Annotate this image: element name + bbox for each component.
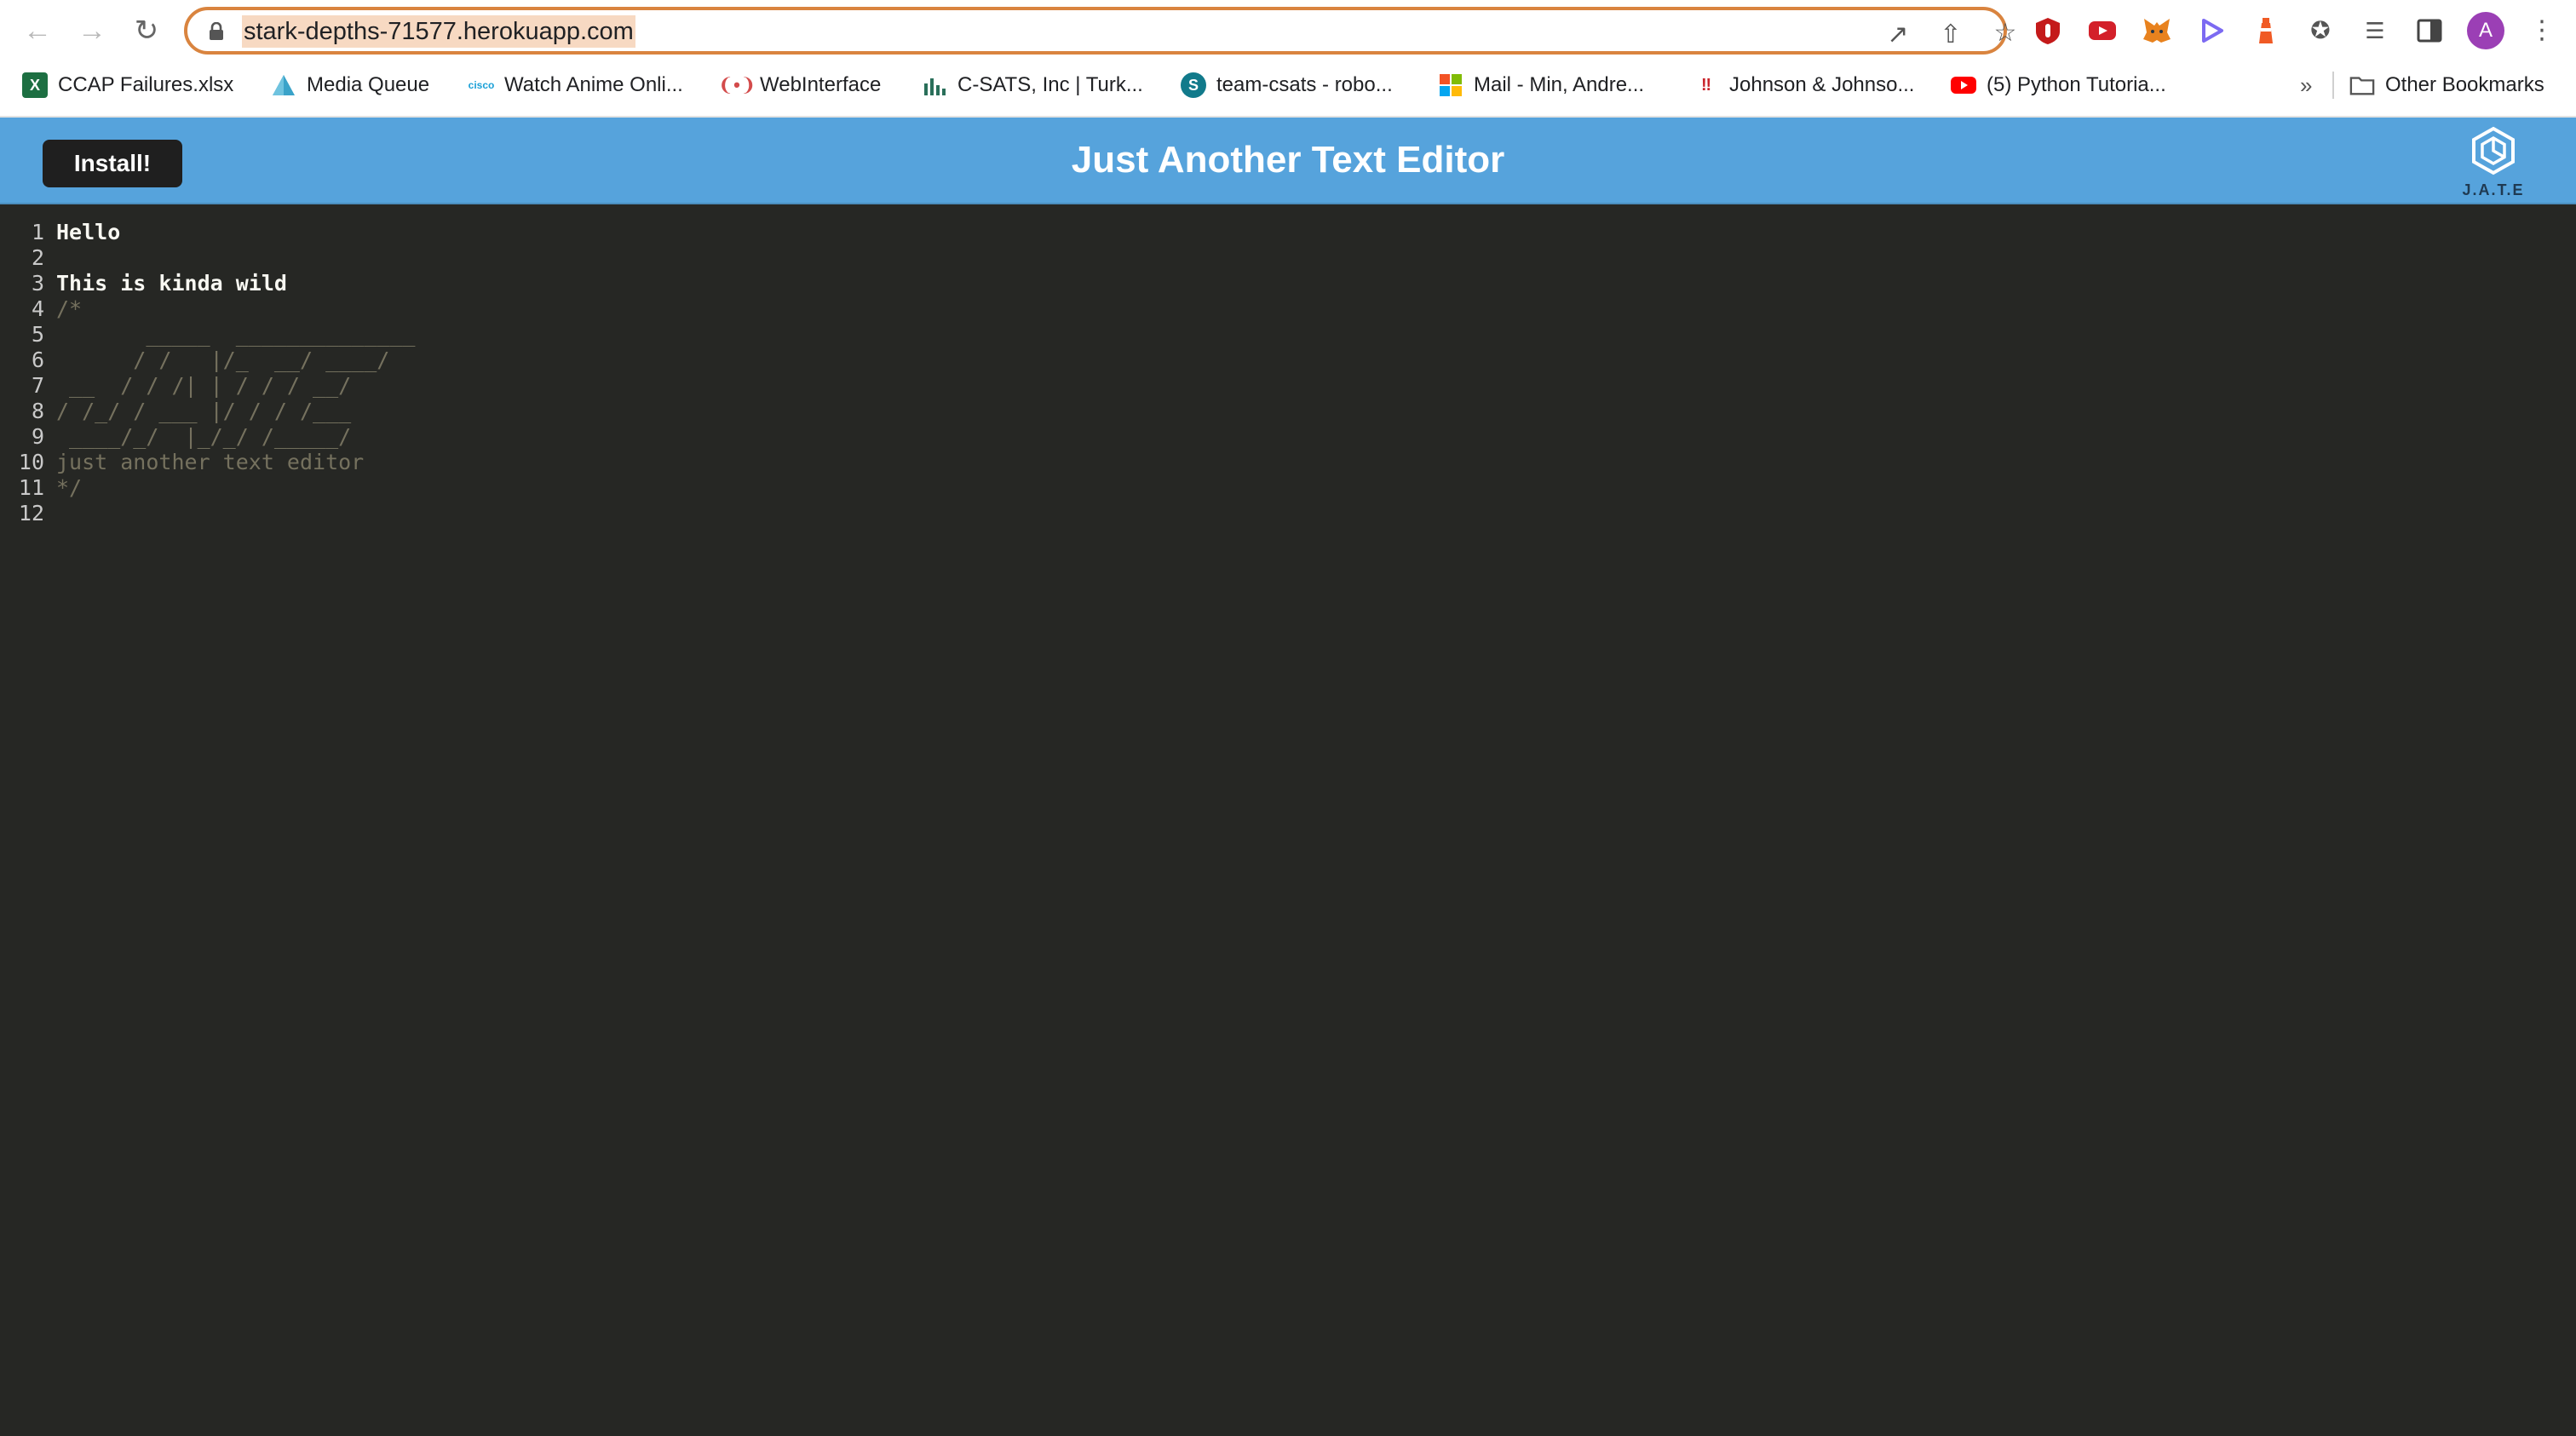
- line-number: 5: [31, 322, 44, 347]
- code-editor[interactable]: 1 Hello 2 3 This is kinda wild 4 /* 5 _____…: [0, 204, 2576, 1436]
- line-text[interactable]: This is kinda wild: [56, 271, 287, 296]
- line-number: 1: [31, 220, 44, 244]
- line-number: 12: [18, 501, 44, 526]
- line-number: 8: [31, 399, 44, 423]
- bookmark-ccap-failures[interactable]: X CCAP Failures.xlsx: [22, 61, 233, 109]
- editor-line[interactable]: 4 /*: [0, 296, 82, 322]
- logo-text: J.A.T.E: [2462, 181, 2525, 198]
- bookmark-watch-anime[interactable]: cisco Watch Anime Onli...: [469, 61, 683, 109]
- line-number: 9: [31, 424, 44, 449]
- reading-list-icon[interactable]: ☰: [2360, 15, 2390, 46]
- editor-line[interactable]: 11 */: [0, 475, 82, 501]
- line-text[interactable]: / / |/_ __/ ____/: [56, 348, 389, 372]
- extensions-puzzle-icon[interactable]: ✪: [2305, 15, 2336, 46]
- editor-line[interactable]: 9 ____/_/ |_/_/ /_____/: [0, 424, 351, 450]
- line-text[interactable]: _____ ______________: [56, 322, 415, 347]
- cisco-icon: cisco: [468, 79, 495, 91]
- metamask-fox-icon[interactable]: [2142, 15, 2172, 46]
- line-number: 6: [31, 348, 44, 372]
- line-number: 11: [18, 475, 44, 500]
- url-text[interactable]: stark-depths-71577.herokuapp.com: [242, 15, 635, 48]
- bookmark-python-tutorial[interactable]: (5) Python Tutoria...: [1951, 61, 2166, 109]
- jj-icon: ‼: [1700, 75, 1712, 95]
- line-text[interactable]: __ / / /| | / / / __/: [56, 373, 351, 398]
- line-number: 2: [31, 245, 44, 270]
- editor-line[interactable]: 1 Hello: [0, 220, 120, 245]
- editor-line[interactable]: 12: [0, 501, 56, 526]
- triangle-logo-icon: [271, 72, 296, 98]
- bookmark-webinterface[interactable]: ❨•❩ WebInterface: [717, 61, 882, 109]
- profile-avatar[interactable]: A: [2467, 12, 2504, 49]
- bookmark-media-queue[interactable]: Media Queue: [271, 61, 429, 109]
- editor-line[interactable]: 2: [0, 245, 56, 271]
- back-arrow-icon[interactable]: ←: [20, 14, 55, 48]
- app-header: Install! Just Another Text Editor J.A.T.…: [0, 118, 2576, 204]
- line-text[interactable]: ____/_/ |_/_/ /_____/: [56, 424, 351, 449]
- microsoft-icon: [1438, 72, 1463, 98]
- app-title: Just Another Text Editor: [1071, 139, 1505, 181]
- youtube-icon: [1951, 72, 1976, 98]
- editor-line[interactable]: 5 _____ ______________: [0, 322, 416, 348]
- editor-line[interactable]: 3 This is kinda wild: [0, 271, 287, 296]
- browser-chrome: ← → ↻ stark-depths-71577.herokuapp.com ↗…: [0, 0, 2576, 118]
- line-text[interactable]: just another text editor: [56, 450, 364, 474]
- line-text[interactable]: / /_/ / ___ |/ / / /___: [56, 399, 351, 423]
- address-bar[interactable]: stark-depths-71577.herokuapp.com ↗ ⇧ ☆: [184, 7, 2016, 55]
- bookmark-mail[interactable]: Mail - Min, Andre...: [1438, 61, 1644, 109]
- bookmark-csats-turk[interactable]: C-SATS, Inc | Turk...: [922, 61, 1143, 109]
- line-number: 10: [18, 450, 44, 474]
- bookmarks-divider: [2332, 72, 2334, 99]
- bookmarks-overflow-chevron-icon[interactable]: »: [2300, 61, 2312, 109]
- install-button[interactable]: Install!: [43, 140, 182, 187]
- bookmark-star-icon[interactable]: ☆: [1990, 17, 2021, 48]
- signal-icon: ❨•❩: [717, 74, 756, 95]
- forward-arrow-icon[interactable]: →: [75, 14, 109, 48]
- lighthouse-icon[interactable]: [2251, 15, 2281, 46]
- kebab-menu-icon[interactable]: ⋮: [2527, 15, 2557, 46]
- play-extension-icon[interactable]: [2196, 15, 2227, 46]
- line-text[interactable]: Hello: [56, 220, 120, 244]
- line-text[interactable]: */: [56, 475, 82, 500]
- side-panel-icon[interactable]: [2414, 15, 2445, 46]
- youtube-extension-icon[interactable]: [2087, 15, 2118, 46]
- open-in-new-icon[interactable]: ↗: [1883, 19, 1913, 49]
- line-text[interactable]: /*: [56, 296, 82, 321]
- ublock-icon[interactable]: [2033, 15, 2063, 46]
- lock-icon[interactable]: [208, 22, 225, 41]
- editor-line[interactable]: 8 / /_/ / ___ |/ / / /___: [0, 399, 351, 424]
- jate-logo-icon: [2472, 126, 2515, 175]
- editor-line[interactable]: 10 just another text editor: [0, 450, 364, 475]
- reload-icon[interactable]: ↻: [129, 14, 164, 48]
- line-number: 7: [31, 373, 44, 398]
- bookmark-johnson-johnson[interactable]: ‼ Johnson & Johnso...: [1693, 61, 1915, 109]
- excel-icon: X: [22, 72, 48, 98]
- sharepoint-icon: S: [1181, 72, 1206, 98]
- bookmark-team-csats[interactable]: S team-csats - robo...: [1181, 61, 1393, 109]
- bookmarks-bar: X CCAP Failures.xlsx Media Queue cisco W…: [0, 61, 2576, 109]
- other-bookmarks[interactable]: Other Bookmarks: [2349, 61, 2544, 109]
- bar-chart-icon: [922, 72, 947, 98]
- folder-icon: [2349, 72, 2375, 98]
- editor-line[interactable]: 7 __ / / /| | / / / __/: [0, 373, 351, 399]
- jate-logo: J.A.T.E: [2455, 126, 2532, 198]
- share-icon[interactable]: ⇧: [1935, 19, 1966, 49]
- line-number: 4: [31, 296, 44, 321]
- editor-line[interactable]: 6 / / |/_ __/ ____/: [0, 348, 389, 373]
- line-number: 3: [31, 271, 44, 296]
